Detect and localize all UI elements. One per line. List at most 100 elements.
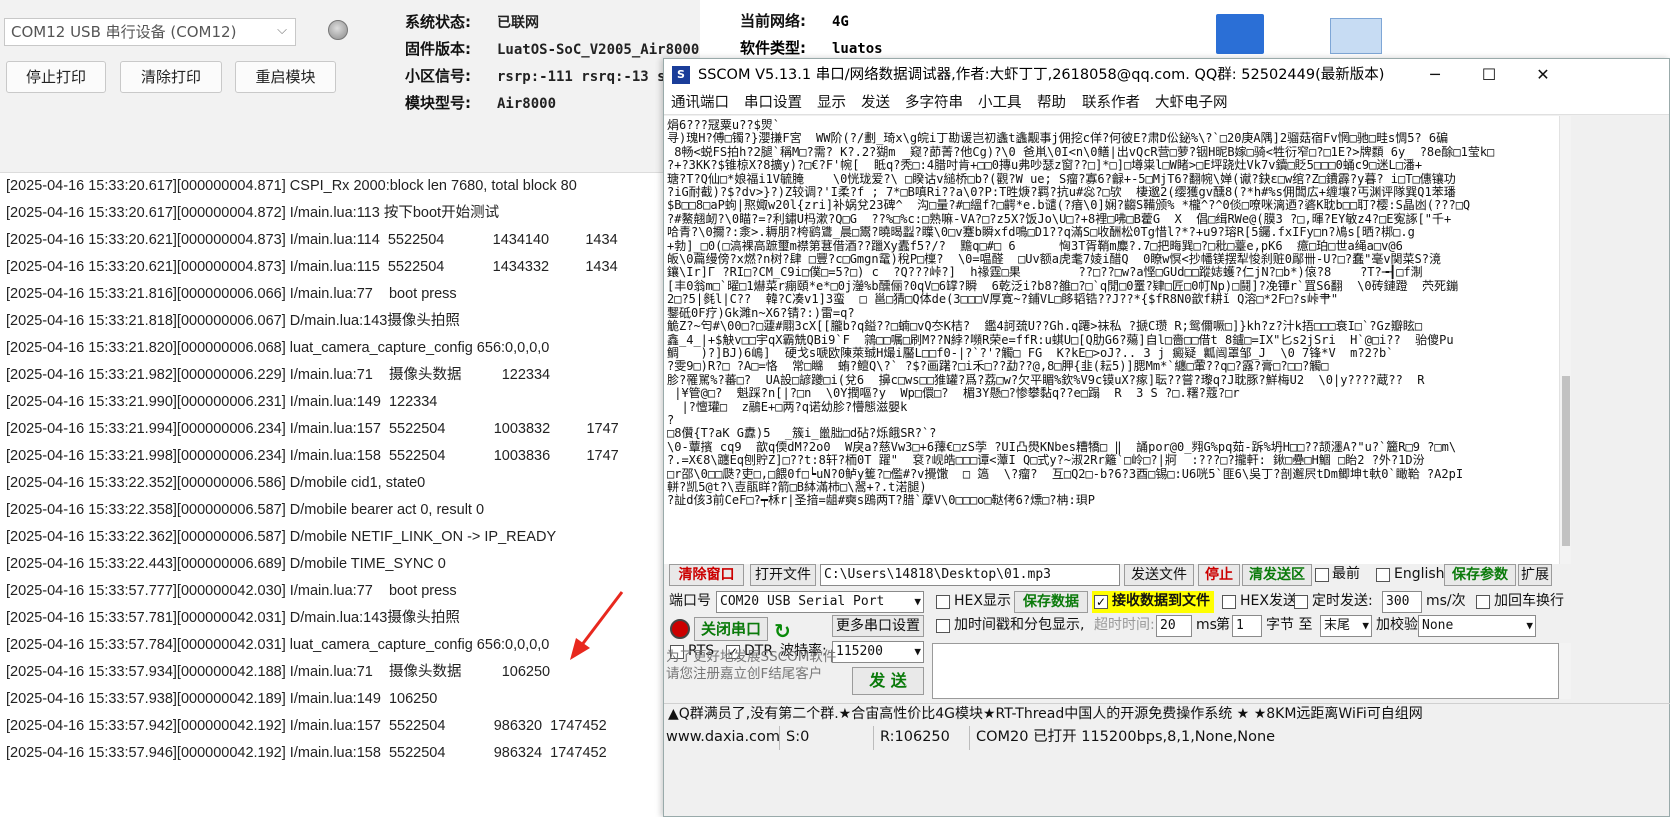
close-port-button[interactable]: 关闭串口 (694, 617, 768, 641)
english-checkbox[interactable] (1376, 568, 1390, 582)
topmost-label: 最前 (1332, 566, 1360, 582)
close-button[interactable]: ✕ (1520, 59, 1566, 91)
status-sent-count: S:0 (784, 726, 874, 750)
recv-to-file-checkbox[interactable]: ✓ (1094, 595, 1108, 609)
send-file-button[interactable]: 发送文件 (1124, 564, 1194, 586)
receive-area[interactable]: 焆6???冦粟u??$焸` 寻)瑰H?傅□镯?}瀴搛F宮 WW阶(?/劃_琦x\… (664, 116, 1559, 564)
chevron-down-icon: ▼ (1362, 619, 1369, 632)
file-path-input[interactable]: C:\Users\14818\Desktop\01.mp3 (820, 564, 1120, 586)
status-recv-count: R:106250 (878, 726, 970, 750)
info-software-type: 软件类型: luatos (740, 39, 883, 57)
nth-label: 第 (1216, 617, 1230, 633)
timeout-unit: ms (1196, 617, 1217, 633)
status-port-state: COM20 已打开 115200bps,8,1,None,None (976, 729, 1276, 745)
restart-module-button[interactable]: 重启模块 (235, 61, 336, 93)
log-line: [2025-04-16 15:33:57.784][000000042.031]… (6, 637, 550, 653)
clear-print-button[interactable]: 清除打印 (120, 61, 222, 93)
recv-to-file-label: 接收数据到文件 (1112, 593, 1210, 609)
log-line: [2025-04-16 15:33:21.994][000000006.234]… (6, 421, 619, 437)
log-line: [2025-04-16 15:33:21.990][000000006.231]… (6, 394, 438, 410)
receive-scrollbar[interactable] (1559, 116, 1571, 564)
title-bar[interactable]: S SSCOM V5.13.1 串口/网络数据调试器,作者:大虾丁丁,26180… (664, 59, 1669, 91)
save-params-button[interactable]: 保存参数 (1444, 564, 1516, 586)
info-signal: 小区信号: rsrp:-111 rsrq:-13 s (405, 67, 666, 85)
menu-send[interactable]: 发送 (861, 91, 890, 115)
scroll-thumb[interactable] (1562, 376, 1570, 546)
port-status-icon (670, 619, 690, 639)
tail-select[interactable]: 末尾 ▼ (1320, 615, 1372, 637)
info-model: 模块型号: Air8000 (405, 94, 557, 112)
log-line: [2025-04-16 15:33:57.781][000000042.031]… (6, 610, 460, 626)
com-port-value: COM12 USB 串行设备 (COM12) (11, 23, 237, 41)
menu-contact-author[interactable]: 联系作者 (1082, 91, 1140, 115)
maximize-button[interactable]: ☐ (1466, 59, 1512, 91)
log-output[interactable]: [2025-04-16 15:33:20.617][000000004.871]… (0, 172, 700, 817)
save-data-button[interactable]: 保存数据 (1014, 591, 1088, 613)
port-select[interactable]: COM20 USB Serial Port ▼ (716, 591, 924, 613)
red-arrow-annotation (570, 591, 624, 660)
menu-bar: 通讯端口 串口设置 显示 发送 多字符串 小工具 帮助 联系作者 大虾电子网 (664, 91, 1669, 115)
timed-interval-input[interactable]: 300 (1382, 591, 1422, 613)
chevron-down-icon: ▼ (1526, 619, 1533, 632)
sscom-app-icon: S (672, 66, 690, 84)
timeout-input[interactable]: 20 (1156, 615, 1192, 637)
refresh-icon[interactable]: ↻ (774, 619, 791, 643)
ad-marquee[interactable]: ▲Q群满员了,没有第二个群.★合宙高性价比4G模块★RT-Thread中国人的开… (664, 703, 1670, 723)
info-network: 当前网络: 4G (740, 12, 849, 30)
log-line: [2025-04-16 15:33:22.443][000000006.689]… (6, 556, 446, 572)
timestamp-checkbox[interactable] (936, 619, 950, 633)
menu-display[interactable]: 显示 (817, 91, 846, 115)
log-line: [2025-04-16 15:33:21.820][000000006.068]… (6, 340, 550, 356)
nth-input[interactable]: 1 (1232, 615, 1262, 637)
log-line: [2025-04-16 15:33:22.352][000000006.586]… (6, 475, 426, 491)
send-scrollbar[interactable] (1559, 643, 1571, 699)
stop-button[interactable]: 停止 (1198, 564, 1240, 586)
app-shortcut-icon[interactable] (1216, 14, 1264, 54)
hex-display-label: HEX显示 (954, 593, 1011, 609)
add-crlf-label: 加回车换行 (1494, 593, 1564, 609)
menu-multi-string[interactable]: 多字符串 (905, 91, 963, 115)
info-system-status: 系统状态: 已联网 (405, 13, 539, 31)
menu-daxia-site[interactable]: 大虾电子网 (1155, 91, 1228, 115)
checksum-label: 加校验 (1376, 617, 1418, 633)
minimize-button[interactable]: ─ (1412, 59, 1458, 91)
hex-display-checkbox[interactable] (936, 595, 950, 609)
com-port-select[interactable]: COM12 USB 串行设备 (COM12) ⌵ (4, 18, 296, 46)
log-line: [2025-04-16 15:33:21.982][000000006.229]… (6, 367, 551, 383)
hex-send-checkbox[interactable] (1222, 595, 1236, 609)
log-line: [2025-04-16 15:33:57.934][000000042.188]… (6, 664, 551, 680)
chevron-down-icon: ▼ (914, 645, 921, 658)
log-line: [2025-04-16 15:33:22.358][000000006.587]… (6, 502, 485, 518)
send-button[interactable]: 发 送 (852, 667, 924, 695)
log-line: [2025-04-16 15:33:57.777][000000042.030]… (6, 583, 457, 599)
status-bar: www.daxia.com S:0 R:106250 COM20 已打开 115… (664, 726, 1670, 750)
chevron-down-icon: ⌵ (277, 23, 287, 38)
timed-send-checkbox[interactable] (1294, 595, 1308, 609)
chevron-down-icon: ▼ (914, 595, 921, 608)
more-settings-button[interactable]: 更多串口设置 (832, 615, 924, 637)
connection-led-icon (328, 20, 348, 40)
menu-help[interactable]: 帮助 (1037, 91, 1066, 115)
timestamp-label: 加时间戳和分包显示, (954, 617, 1085, 633)
send-text-area[interactable] (932, 643, 1559, 699)
log-line: [2025-04-16 15:33:22.362][000000006.587]… (6, 529, 557, 545)
log-line: [2025-04-16 15:33:57.942][000000042.192]… (6, 718, 607, 734)
open-file-button[interactable]: 打开文件 (750, 564, 816, 586)
register-ad-text[interactable]: 为了更好地发展SSCOM软件 请您注册嘉立创F结尾客户 (664, 649, 850, 689)
port-label: 端口号 (669, 593, 711, 609)
status-site[interactable]: www.daxia.com (664, 726, 780, 750)
menu-tools[interactable]: 小工具 (978, 91, 1022, 115)
clear-send-area-button[interactable]: 清发送区 (1242, 564, 1312, 586)
checksum-select[interactable]: None ▼ (1418, 615, 1536, 637)
topmost-checkbox[interactable] (1315, 568, 1329, 582)
stop-print-button[interactable]: 停止打印 (6, 61, 106, 93)
clear-window-button[interactable]: 清除窗口 (669, 564, 744, 586)
menu-comm-port[interactable]: 通讯端口 (671, 91, 729, 115)
log-line: [2025-04-16 15:33:21.998][000000006.234]… (6, 448, 619, 464)
menu-serial-settings[interactable]: 串口设置 (744, 91, 802, 115)
device-info-left: 系统状态: 已联网 固件版本: LuatOS-SoC_V2005_Air8000 小… (405, 0, 699, 120)
add-crlf-checkbox[interactable] (1476, 595, 1490, 609)
expand-button[interactable]: 扩展 (1518, 564, 1552, 586)
log-line: [2025-04-16 15:33:20.621][000000004.873]… (6, 259, 618, 275)
code-file-icon[interactable] (1330, 18, 1382, 54)
